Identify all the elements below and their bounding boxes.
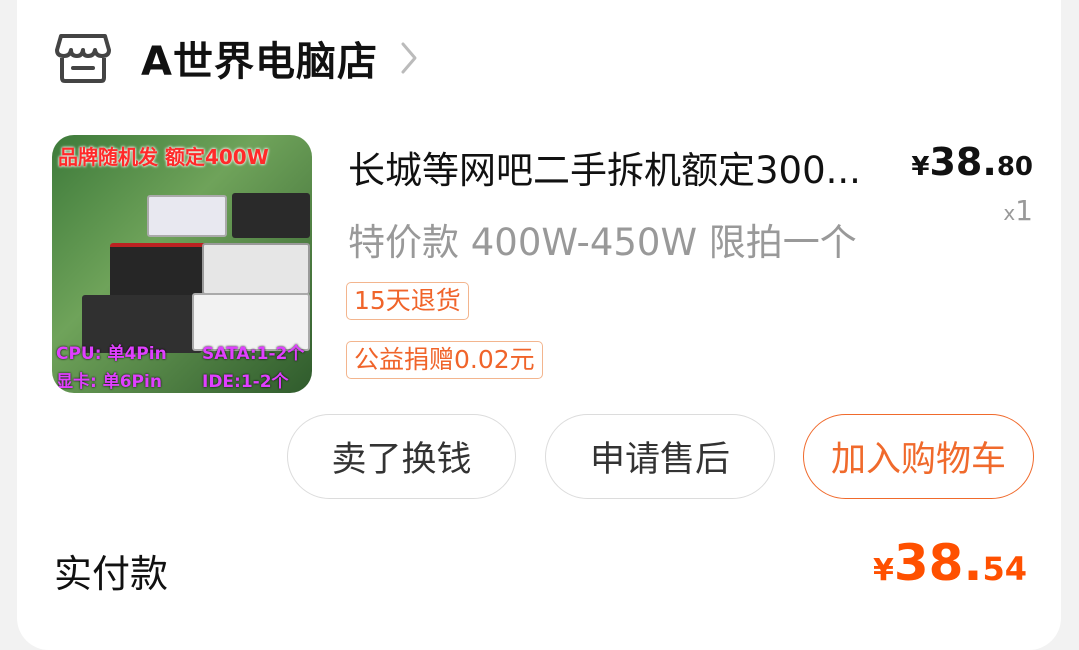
psu-unit xyxy=(147,195,227,237)
psu-unit xyxy=(202,243,310,295)
paid-integer: 38. xyxy=(893,534,983,592)
thumbnail-banner-text: 品牌随机发 额定400W xyxy=(58,145,269,169)
paid-currency: ¥ xyxy=(873,553,894,588)
psu-unit xyxy=(232,193,310,238)
charity-donation-tag: 公益捐赠0.02元 xyxy=(346,341,543,379)
price-decimal: 80 xyxy=(996,152,1033,182)
shop-header[interactable]: A世界电脑店 xyxy=(55,28,424,88)
shop-name[interactable]: A世界电脑店 xyxy=(141,29,378,87)
store-icon xyxy=(55,30,111,86)
thumbnail-ide-text: IDE:1-2个 xyxy=(202,372,289,392)
product-title[interactable]: 长城等网吧二手拆机额定300... xyxy=(348,140,888,194)
thumbnail-gpu-text: 显卡: 单6Pin xyxy=(56,372,162,392)
item-quantity: x1 xyxy=(1003,194,1033,227)
after-sales-button[interactable]: 申请售后 xyxy=(545,414,775,499)
sell-button[interactable]: 卖了换钱 xyxy=(287,414,516,499)
return-policy-tag: 15天退货 xyxy=(346,282,469,320)
thumbnail-cpu-text: CPU: 单4Pin xyxy=(56,344,167,364)
amount-paid-label: 实付款 xyxy=(54,552,169,596)
amount-paid-value: ¥38.54 xyxy=(873,534,1027,592)
chevron-right-icon[interactable] xyxy=(400,38,424,78)
quantity-prefix: x xyxy=(1003,201,1016,225)
price-currency: ¥ xyxy=(911,152,930,182)
paid-decimal: 54 xyxy=(982,550,1027,588)
add-to-cart-button[interactable]: 加入购物车 xyxy=(803,414,1034,499)
product-thumbnail[interactable]: 品牌随机发 额定400W CPU: 单4Pin SATA:1-2个 显卡: 单6… xyxy=(52,135,312,393)
item-price: ¥38.80 xyxy=(911,140,1033,184)
product-spec: 特价款 400W-450W 限拍一个 xyxy=(348,221,857,264)
thumbnail-sata-text: SATA:1-2个 xyxy=(202,344,305,364)
quantity-value: 1 xyxy=(1015,194,1033,227)
price-integer: 38. xyxy=(929,140,997,184)
